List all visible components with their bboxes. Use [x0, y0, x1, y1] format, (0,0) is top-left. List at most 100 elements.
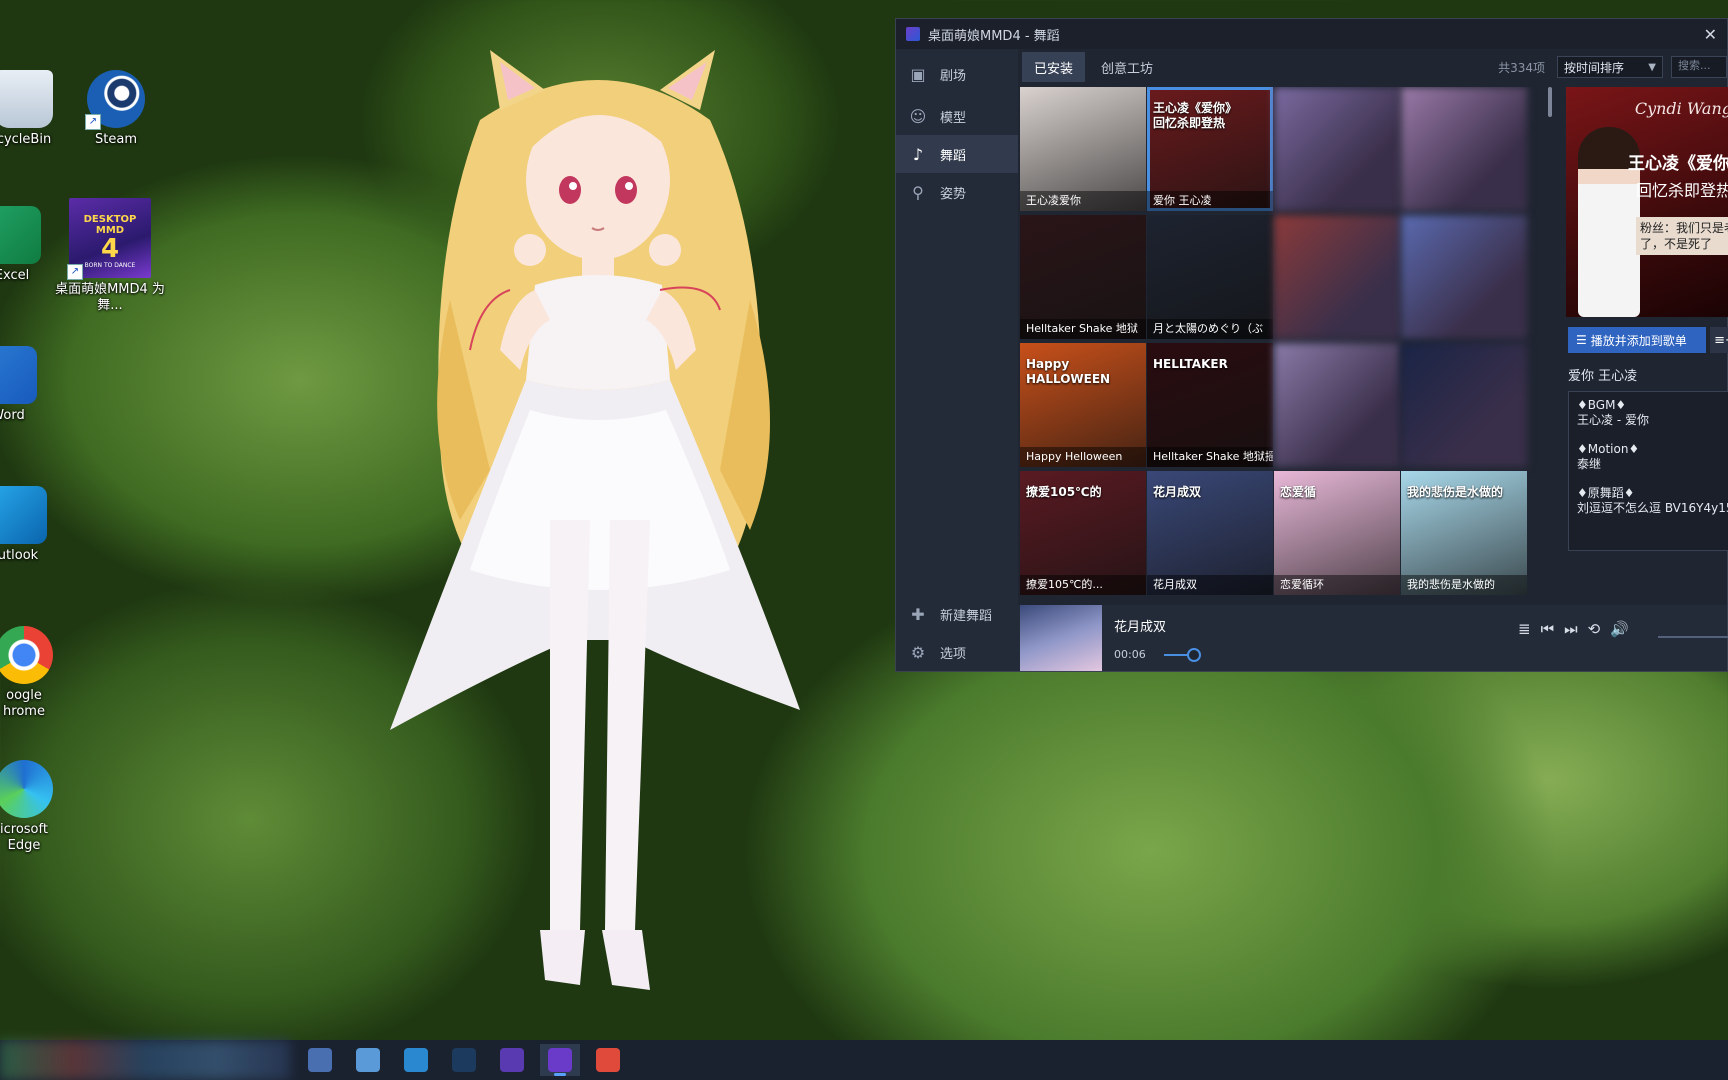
now-playing-thumbnail[interactable]: [1020, 605, 1102, 671]
tile-caption: 花月成双: [1147, 575, 1273, 595]
taskbar-item[interactable]: [396, 1044, 436, 1076]
next-icon[interactable]: ⏭: [1564, 620, 1578, 638]
tile-artwork-text: HELLTAKER: [1153, 357, 1228, 371]
sidebar-item-label: 剧场: [940, 68, 967, 84]
tab-installed[interactable]: 已安装: [1022, 52, 1086, 82]
desktop-icon-outlook[interactable]: utlook: [0, 486, 66, 564]
dance-grid: 王心凌爱你 王心凌《爱你》 回忆杀即登热 爱你 王心凌 Helltaker Shake…: [1020, 87, 1548, 605]
search-input[interactable]: 搜索...: [1671, 56, 1727, 78]
grid-scrollbar[interactable]: [1548, 87, 1552, 117]
excel-icon: [0, 206, 41, 264]
dance-tile[interactable]: [1401, 87, 1527, 211]
sidebar-item-new-dance[interactable]: ✚ 新建舞蹈: [896, 595, 1018, 633]
title-bar[interactable]: 桌面萌娘MMD4 - 舞蹈 ✕: [896, 19, 1727, 49]
now-playing-time: 00:06: [1114, 648, 1146, 661]
desktop-icon-desktop-mmd[interactable]: DESKTOP MMD 4 BORN TO DANCE ↗ 桌面萌娘MMD4 为…: [55, 198, 165, 314]
new-dance-icon: ✚: [911, 604, 925, 624]
player-controls: ≣ ⏮ ⏭ ⟲ 🔊: [1518, 620, 1629, 638]
sidebar-item-label: 选项: [940, 646, 967, 662]
volume-slider[interactable]: [1658, 636, 1728, 638]
dance-tile[interactable]: 恋爱循 恋爱循环: [1274, 471, 1400, 595]
capcut-icon: [596, 1048, 620, 1072]
dance-tile[interactable]: [1274, 87, 1400, 211]
desktop-icon-label: icrosoft Edge: [0, 822, 48, 853]
desktop-icon-recycle-bin[interactable]: cycleBin: [0, 70, 72, 148]
desktop-icon-steam[interactable]: ↗ Steam: [68, 70, 164, 148]
desktop-icon-label: Word: [0, 408, 25, 423]
previous-icon[interactable]: ⏮: [1541, 620, 1555, 638]
volume-icon[interactable]: 🔊: [1610, 620, 1629, 638]
desktop-icon-chrome[interactable]: oogle hrome: [0, 626, 72, 720]
edge-icon: [0, 760, 53, 818]
desktop-icon-label: Steam: [95, 132, 137, 147]
dance-icon: ♪: [912, 144, 924, 164]
sidebar-item-pose[interactable]: ⚲ 姿势: [896, 173, 1018, 211]
desktop-mmd-icon: DESKTOP MMD 4 BORN TO DANCE ↗: [67, 198, 151, 280]
outlook-icon: [0, 486, 47, 544]
shortcut-arrow-icon: ↗: [67, 264, 83, 280]
dance-tile[interactable]: [1401, 215, 1527, 339]
dance-tile[interactable]: [1274, 215, 1400, 339]
desktop-icon-excel[interactable]: Excel: [0, 206, 60, 284]
pose-icon: ⚲: [912, 182, 924, 202]
tile-caption: 我的悲伤是水做的: [1401, 575, 1527, 595]
sidebar-item-options[interactable]: ⚙ 选项: [896, 633, 1018, 671]
tab-workshop[interactable]: 创意工坊: [1089, 52, 1165, 82]
play-and-add-label: 播放并添加到歌单: [1590, 333, 1687, 348]
calculator-icon: [308, 1048, 332, 1072]
desktop-icon-word[interactable]: Word: [0, 346, 56, 424]
tile-caption: 王心凌爱你: [1020, 191, 1146, 211]
window-title: 桌面萌娘MMD4 - 舞蹈: [928, 28, 1060, 44]
app-window[interactable]: 桌面萌娘MMD4 - 舞蹈 ✕ ▣ 剧场 ☺ 模型 ♪ 舞蹈 ⚲ 姿势 ✚ 新建…: [895, 18, 1728, 672]
taskbar-item[interactable]: [492, 1044, 532, 1076]
seek-slider-knob[interactable]: [1186, 648, 1201, 662]
desktop-mmd-thumb-title: DESKTOP MMD: [83, 214, 137, 236]
tile-artwork-text: Happy HALLOWEEN: [1026, 357, 1111, 386]
desktop-icon-label: Excel: [0, 268, 30, 283]
tile-caption: 月と太陽のめぐり（ぶ: [1147, 319, 1273, 339]
dance-tile[interactable]: Helltaker Shake 地狱: [1020, 215, 1146, 339]
dance-tile[interactable]: 撩爱105℃的 撩爱105℃的...: [1020, 471, 1146, 595]
dance-tile[interactable]: [1274, 343, 1400, 467]
dance-tile[interactable]: 王心凌《爱你》 回忆杀即登热 爱你 王心凌: [1147, 87, 1273, 211]
desktop-icon-edge[interactable]: icrosoft Edge: [0, 760, 72, 854]
mmd-character-model[interactable]: [330, 50, 870, 1040]
taskbar-item[interactable]: [588, 1044, 628, 1076]
dance-tile[interactable]: 花月成双 花月成双: [1147, 471, 1273, 595]
taskbar-item[interactable]: [444, 1044, 484, 1076]
dance-tile[interactable]: 王心凌爱你: [1020, 87, 1146, 211]
playlist-icon[interactable]: ≣: [1518, 620, 1531, 638]
settings-icon: ⚙: [910, 642, 926, 662]
tabs-bar: 已安装 创意工坊 共334项 按时间排序 ▼ 搜索...: [1018, 49, 1727, 85]
notepad-icon: [356, 1048, 380, 1072]
dance-tile[interactable]: [1401, 343, 1527, 467]
player-bar: 花月成双 00:06 ≣ ⏮ ⏭ ⟲ 🔊: [1018, 605, 1728, 671]
sidebar-item-theater[interactable]: ▣ 剧场: [896, 55, 1018, 93]
seek-bar-fill: [1164, 654, 1189, 656]
dance-tile[interactable]: 月と太陽のめぐり（ぶ: [1147, 215, 1273, 339]
edge-icon: [404, 1048, 428, 1072]
sort-select[interactable]: 按时间排序 ▼: [1557, 56, 1663, 78]
tile-artwork-text: 王心凌《爱你》 回忆杀即登热: [1153, 101, 1238, 130]
taskbar-item[interactable]: [300, 1044, 340, 1076]
repeat-icon[interactable]: ⟲: [1588, 620, 1601, 638]
detail-description: ♦BGM♦ 王心凌 - 爱你 ♦Motion♦ 泰继 ♦原舞蹈♦ 刘逗逗不怎么逗 BV…: [1568, 391, 1728, 551]
desc-line: 王心凌 - 爱你: [1577, 413, 1649, 427]
tile-caption: 撩爱105℃的...: [1020, 575, 1146, 595]
sidebar-item-dance[interactable]: ♪ 舞蹈: [896, 135, 1018, 173]
sidebar-item-label: 姿势: [940, 186, 967, 202]
dance-tile[interactable]: 我的悲伤是水做的 我的悲伤是水做的: [1401, 471, 1527, 595]
play-and-add-button[interactable]: ☰ 播放并添加到歌单: [1568, 327, 1706, 353]
dance-tile[interactable]: HELLTAKER Helltaker Shake 地狱摇: [1147, 343, 1273, 467]
shortcut-arrow-icon: ↗: [85, 114, 101, 130]
tile-caption: Happy Helloween: [1020, 447, 1146, 467]
sidebar-item-model[interactable]: ☺ 模型: [896, 97, 1018, 135]
playlist-icon: ☰: [1576, 333, 1587, 347]
taskbar-item[interactable]: [348, 1044, 388, 1076]
tile-artwork-text: 花月成双: [1153, 485, 1202, 499]
sidebar: ▣ 剧场 ☺ 模型 ♪ 舞蹈 ⚲ 姿势 ✚ 新建舞蹈 ⚙ 选项: [896, 49, 1018, 671]
dance-tile[interactable]: Happy HALLOWEEN Happy Helloween: [1020, 343, 1146, 467]
taskbar-item[interactable]: [540, 1044, 580, 1076]
add-to-playlist-button[interactable]: ≡+: [1710, 327, 1728, 353]
close-icon[interactable]: ✕: [1704, 25, 1717, 44]
